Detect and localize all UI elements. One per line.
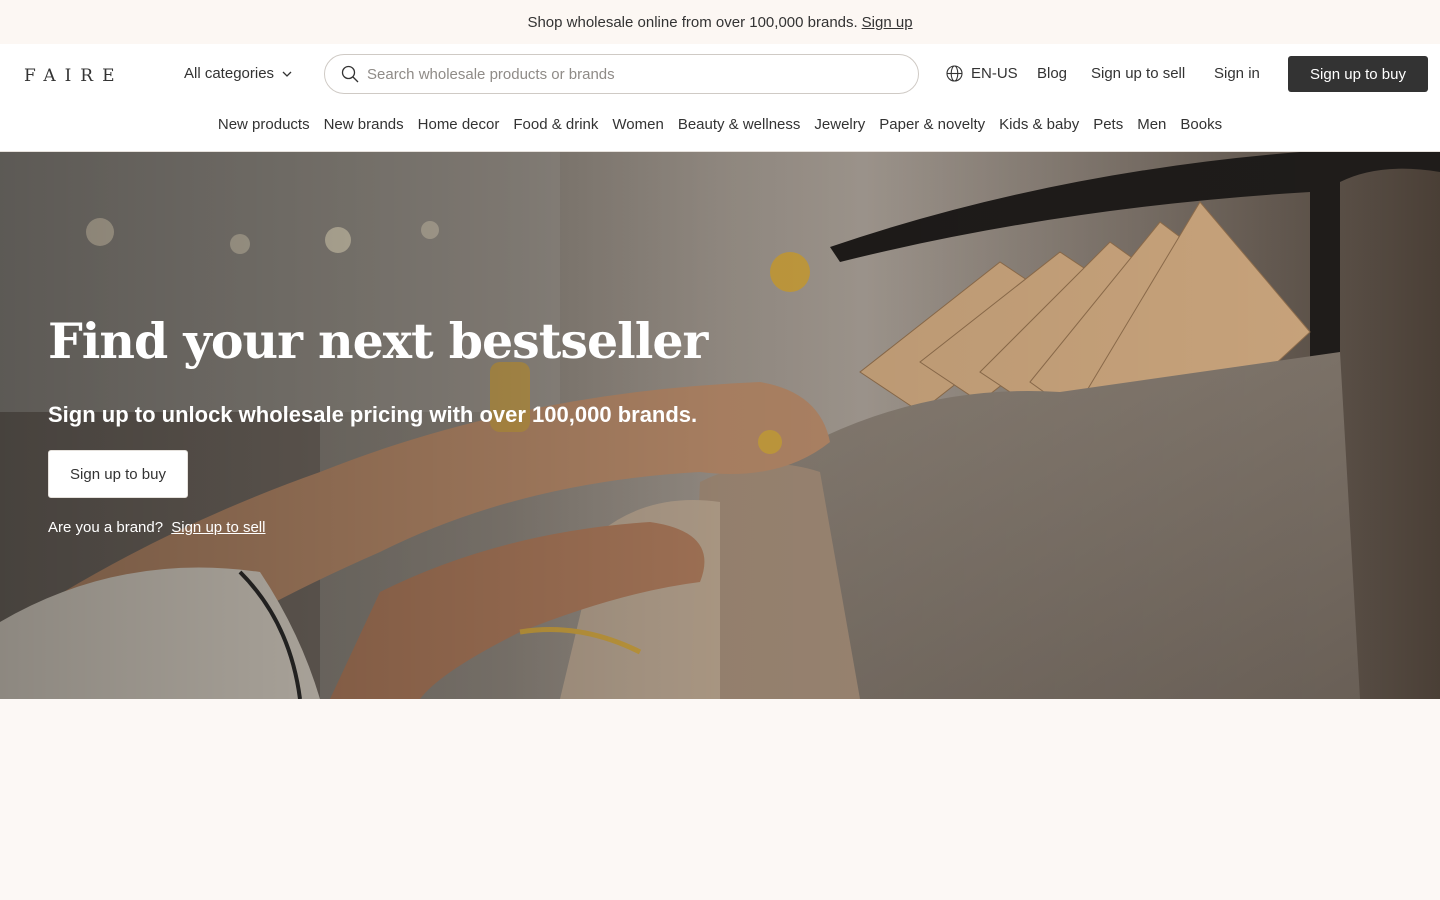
- category-food-drink[interactable]: Food & drink: [513, 116, 598, 140]
- brand-signup-prompt: Are you a brand? Sign up to sell: [48, 519, 265, 536]
- category-women[interactable]: Women: [612, 116, 663, 140]
- category-kids-baby[interactable]: Kids & baby: [999, 116, 1079, 140]
- search-icon: [341, 65, 359, 83]
- faire-logo[interactable]: FAIRE: [24, 66, 124, 86]
- promo-signup-link[interactable]: Sign up: [862, 14, 913, 31]
- hero-subtitle: Sign up to unlock wholesale pricing with…: [48, 402, 698, 427]
- category-men[interactable]: Men: [1137, 116, 1166, 140]
- category-new-brands[interactable]: New brands: [324, 116, 404, 140]
- sign-up-to-buy-button[interactable]: Sign up to buy: [1288, 56, 1428, 92]
- brand-sign-up-to-sell-link[interactable]: Sign up to sell: [171, 519, 265, 536]
- category-nav: New products New brands Home decor Food …: [0, 116, 1440, 140]
- category-home-decor[interactable]: Home decor: [418, 116, 500, 140]
- hero-sign-up-to-buy-button[interactable]: Sign up to buy: [48, 450, 188, 498]
- blog-link[interactable]: Blog: [1037, 65, 1067, 82]
- search-input[interactable]: [367, 65, 867, 83]
- all-categories-label: All categories: [184, 65, 275, 82]
- site-header: FAIRE All categories EN-US Blog Sign up …: [0, 44, 1440, 152]
- promo-text: Shop wholesale online from over 100,000 …: [527, 13, 858, 31]
- language-label: EN-US: [971, 65, 1018, 82]
- brand-question: Are you a brand?: [48, 519, 164, 536]
- category-beauty-wellness[interactable]: Beauty & wellness: [678, 116, 801, 140]
- hero-section: Find your next bestseller Sign up to unl…: [0, 152, 1440, 699]
- category-books[interactable]: Books: [1180, 116, 1222, 140]
- search-bar[interactable]: [324, 54, 919, 94]
- sign-up-to-sell-link[interactable]: Sign up to sell: [1091, 65, 1185, 82]
- sign-in-link[interactable]: Sign in: [1214, 65, 1260, 82]
- promo-banner: Shop wholesale online from over 100,000 …: [0, 0, 1440, 44]
- category-paper-novelty[interactable]: Paper & novelty: [879, 116, 985, 140]
- chevron-down-icon: [282, 71, 292, 77]
- globe-icon: [946, 65, 963, 82]
- page-body-area: [0, 699, 1440, 900]
- category-pets[interactable]: Pets: [1093, 116, 1123, 140]
- language-selector[interactable]: EN-US: [946, 65, 1018, 82]
- hero-title: Find your next bestseller: [48, 312, 708, 370]
- all-categories-dropdown[interactable]: All categories: [184, 65, 292, 82]
- category-jewelry[interactable]: Jewelry: [814, 116, 865, 140]
- category-new-products[interactable]: New products: [218, 116, 310, 140]
